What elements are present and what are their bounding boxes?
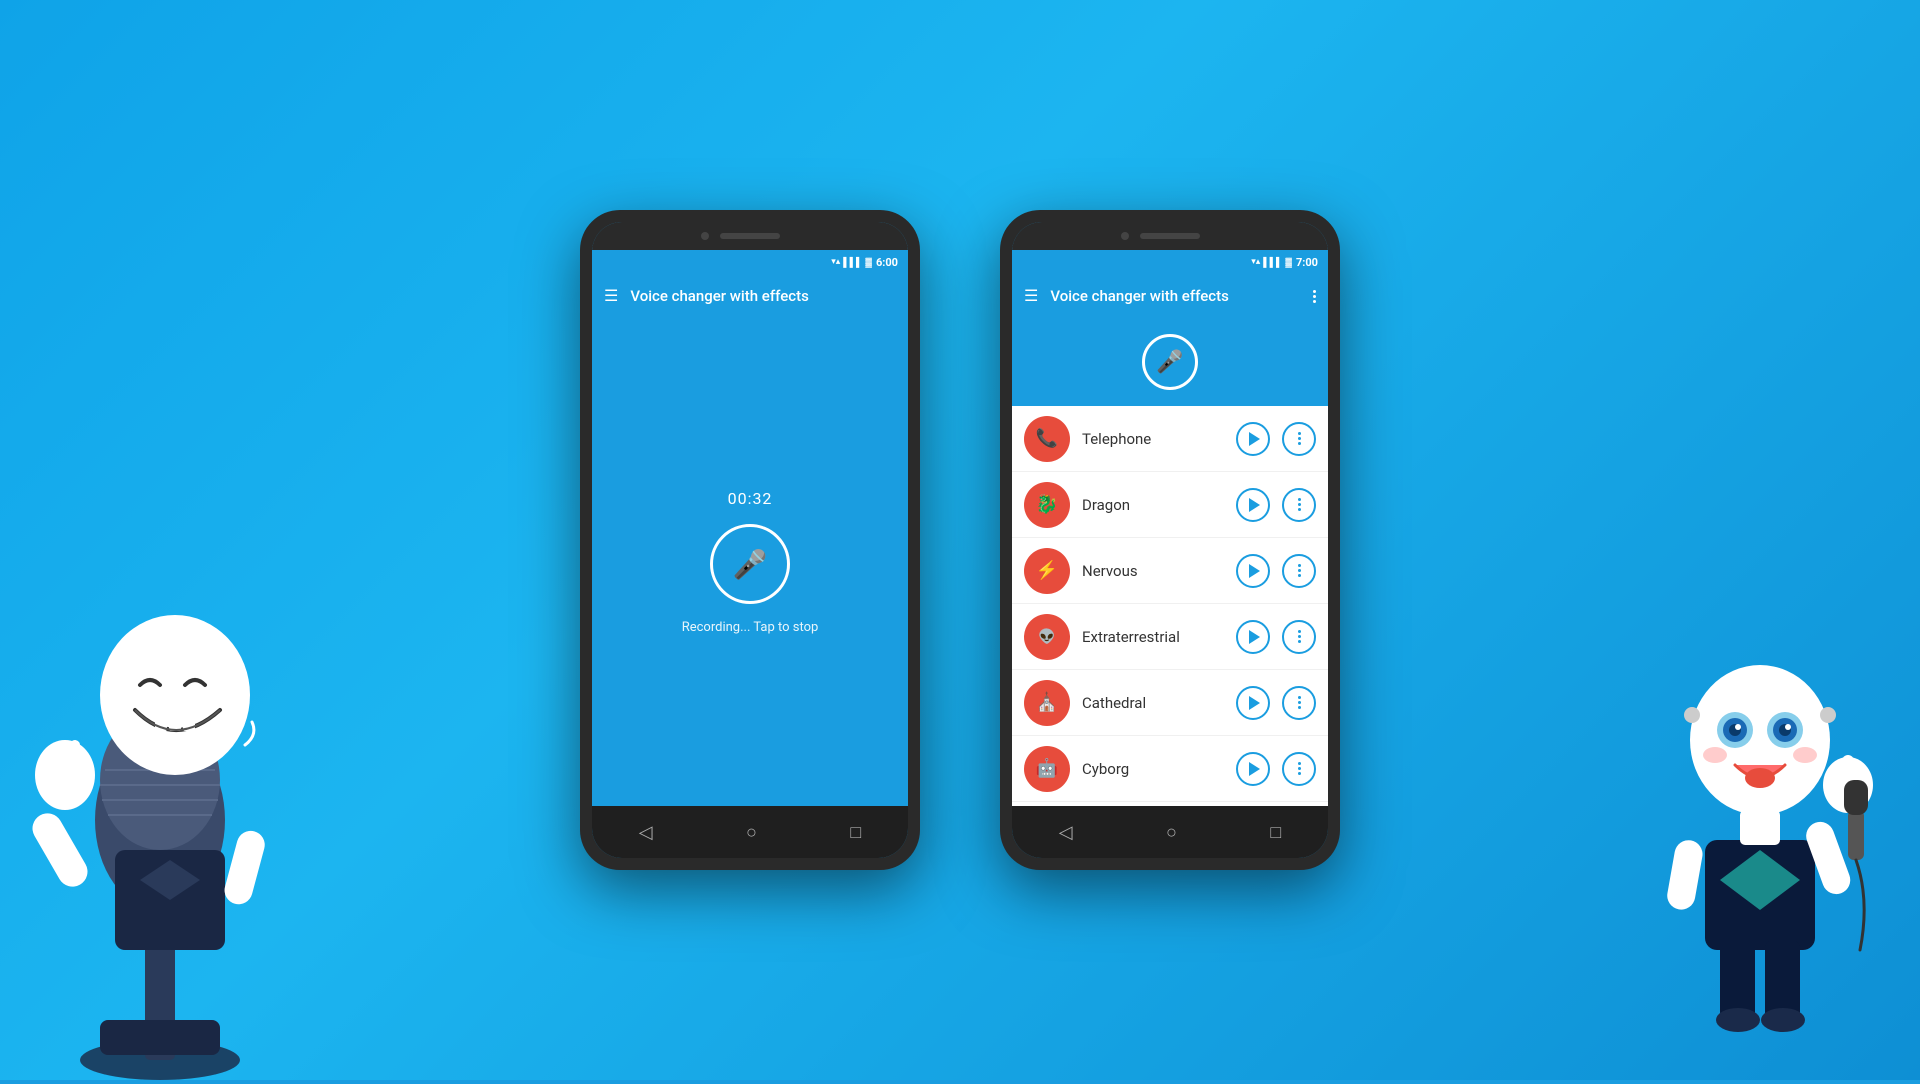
effects-screen: 🎤 📞 Telephone: [1012, 318, 1328, 806]
home-button-2[interactable]: ○: [1166, 822, 1177, 843]
effect-telephone-icon: 📞: [1024, 416, 1070, 462]
play-icon: [1249, 696, 1260, 710]
wifi-icon-2: ▾▴: [1251, 257, 1260, 267]
list-item: ⚡ Nervous: [1012, 538, 1328, 604]
phone-2-front-camera: [1121, 232, 1129, 240]
phone-2: ▾▴ ▌▌▌ ▓ 7:00 ☰ Voice changer with effec…: [1000, 210, 1340, 870]
effect-dragon-play[interactable]: [1236, 488, 1270, 522]
effect-cathedral-icon: ⛪: [1024, 680, 1070, 726]
effect-dragon-icon: 🐉: [1024, 482, 1070, 528]
status-bar: ▾▴ ▌▌▌ ▓ 6:00: [592, 250, 908, 274]
phone-2-earpiece: [1140, 233, 1200, 239]
effect-telephone-more[interactable]: [1282, 422, 1316, 456]
mic-circle-button[interactable]: 🎤: [1142, 334, 1198, 390]
phones-container: ▾▴ ▌▌▌ ▓ 6:00 ☰ Voice changer with effec…: [0, 0, 1920, 1080]
more-icon: [1298, 630, 1301, 643]
play-icon: [1249, 498, 1260, 512]
recording-status-label: Recording... Tap to stop: [682, 620, 819, 635]
effect-cathedral-label: Cathedral: [1082, 694, 1224, 712]
more-icon: [1298, 696, 1301, 709]
play-icon: [1249, 564, 1260, 578]
effect-nervous-play[interactable]: [1236, 554, 1270, 588]
mascot-right: [1620, 520, 1900, 1080]
phone-1-screen: ▾▴ ▌▌▌ ▓ 6:00 ☰ Voice changer with effec…: [592, 222, 908, 858]
effect-dragon-more[interactable]: [1282, 488, 1316, 522]
hamburger-menu-icon-2[interactable]: ☰: [1024, 288, 1038, 304]
play-icon: [1249, 432, 1260, 446]
phone-top-hardware: [592, 222, 908, 250]
effect-cyborg-label: Cyborg: [1082, 760, 1224, 778]
more-icon: [1298, 498, 1301, 511]
phone-2-screen: ▾▴ ▌▌▌ ▓ 7:00 ☰ Voice changer with effec…: [1012, 222, 1328, 858]
battery-icon-2: ▓: [1285, 257, 1292, 268]
mic-header-area: 🎤: [1012, 318, 1328, 406]
status-time: 6:00: [876, 256, 898, 269]
list-item: 📞 Telephone: [1012, 406, 1328, 472]
effect-telephone-play[interactable]: [1236, 422, 1270, 456]
mascot-left: [20, 500, 320, 1080]
status-bar-2: ▾▴ ▌▌▌ ▓ 7:00: [1012, 250, 1328, 274]
back-button-2[interactable]: ◁: [1059, 822, 1073, 843]
status-time-2: 7:00: [1296, 256, 1318, 269]
effect-cyborg-more[interactable]: [1282, 752, 1316, 786]
effect-dragon-label: Dragon: [1082, 496, 1224, 514]
phone-2-navbar: ◁ ○ □: [1012, 806, 1328, 858]
recording-screen: 00:32 🎤 Recording... Tap to stop: [592, 318, 908, 806]
effect-cyborg-play[interactable]: [1236, 752, 1270, 786]
overflow-menu-icon[interactable]: [1313, 290, 1316, 303]
signal-icon: ▌▌▌: [843, 257, 862, 268]
list-item: 🐉 Dragon: [1012, 472, 1328, 538]
phone-2-top-hardware: [1012, 222, 1328, 250]
effect-extraterrestrial-play[interactable]: [1236, 620, 1270, 654]
mic-circle-icon: 🎤: [1156, 350, 1183, 375]
list-item: 🤖 Cyborg: [1012, 736, 1328, 802]
app-header-1: ☰ Voice changer with effects: [592, 274, 908, 318]
status-icons-2: ▾▴ ▌▌▌ ▓: [1251, 257, 1292, 268]
battery-icon: ▓: [865, 257, 872, 268]
list-item: ⛪ Cathedral: [1012, 670, 1328, 736]
back-button[interactable]: ◁: [639, 822, 653, 843]
more-icon: [1298, 564, 1301, 577]
app-title-1: Voice changer with effects: [630, 287, 896, 305]
effect-cyborg-icon: 🤖: [1024, 746, 1070, 792]
effect-extraterrestrial-more[interactable]: [1282, 620, 1316, 654]
effect-nervous-label: Nervous: [1082, 562, 1224, 580]
effect-cathedral-more[interactable]: [1282, 686, 1316, 720]
front-camera: [701, 232, 709, 240]
play-icon: [1249, 762, 1260, 776]
effect-nervous-icon: ⚡: [1024, 548, 1070, 594]
recents-button[interactable]: □: [850, 822, 861, 843]
app-header-2: ☰ Voice changer with effects: [1012, 274, 1328, 318]
more-icon: [1298, 432, 1301, 445]
mic-icon: 🎤: [733, 548, 768, 581]
status-icons: ▾▴ ▌▌▌ ▓: [831, 257, 872, 268]
effect-nervous-more[interactable]: [1282, 554, 1316, 588]
earpiece-speaker: [720, 233, 780, 239]
hamburger-menu-icon[interactable]: ☰: [604, 288, 618, 304]
effect-telephone-label: Telephone: [1082, 430, 1224, 448]
recents-button-2[interactable]: □: [1270, 822, 1281, 843]
wifi-icon: ▾▴: [831, 257, 840, 267]
phone-1: ▾▴ ▌▌▌ ▓ 6:00 ☰ Voice changer with effec…: [580, 210, 920, 870]
home-button[interactable]: ○: [746, 822, 757, 843]
phone-1-navbar: ◁ ○ □: [592, 806, 908, 858]
list-item: 👽 Extraterrestrial: [1012, 604, 1328, 670]
effect-cathedral-play[interactable]: [1236, 686, 1270, 720]
recording-timer: 00:32: [728, 489, 773, 508]
effect-extraterrestrial-label: Extraterrestrial: [1082, 628, 1224, 646]
play-icon: [1249, 630, 1260, 644]
signal-icon-2: ▌▌▌: [1263, 257, 1282, 268]
effect-extraterrestrial-icon: 👽: [1024, 614, 1070, 660]
app-title-2: Voice changer with effects: [1050, 287, 1301, 305]
more-icon: [1298, 762, 1301, 775]
mic-record-button[interactable]: 🎤: [710, 524, 790, 604]
effects-list: 📞 Telephone 🐉 Dragon: [1012, 406, 1328, 806]
